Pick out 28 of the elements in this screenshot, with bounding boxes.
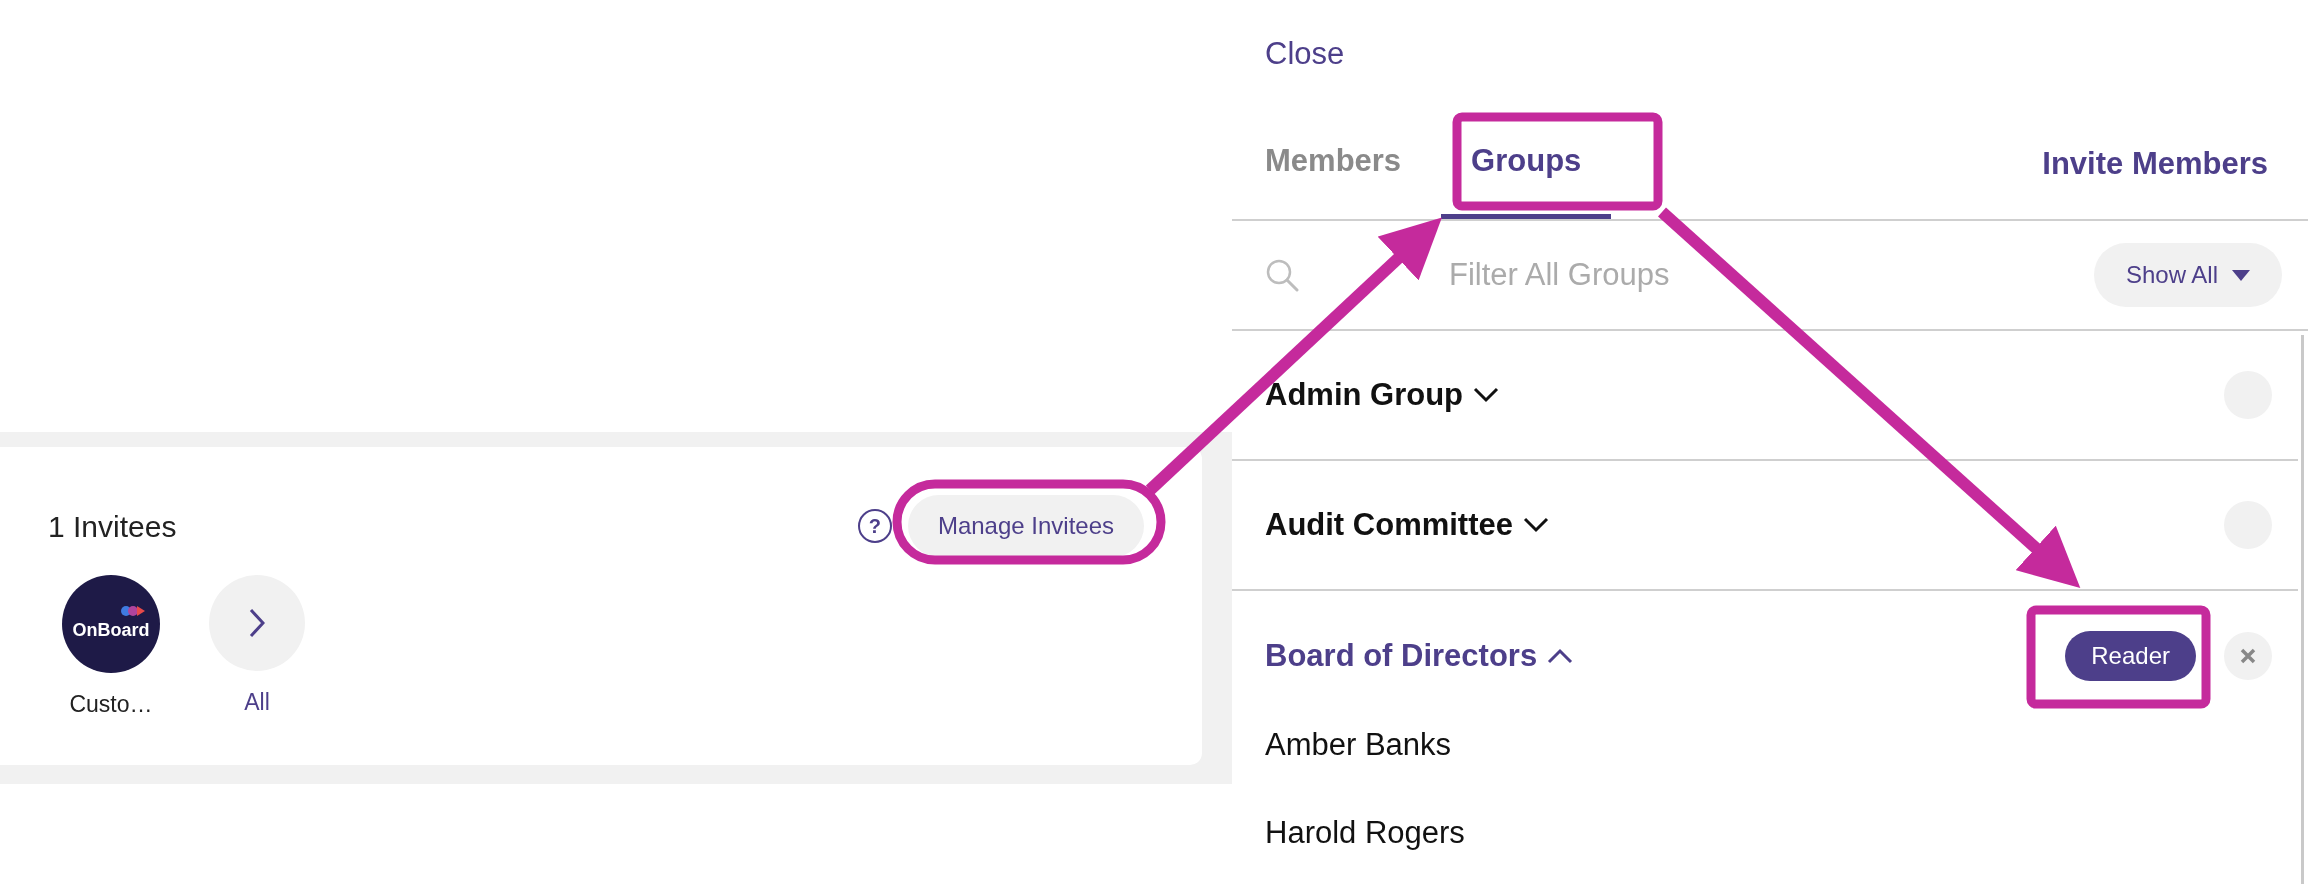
organization-avatar[interactable]: OnBoard (62, 575, 160, 673)
invitees-title: 1 Invitees (48, 508, 177, 545)
show-all-dropdown[interactable]: Show All (2093, 243, 2282, 307)
scrollbar[interactable] (2301, 335, 2304, 884)
chevron-right-icon (249, 608, 265, 638)
group-toggle[interactable]: Admin Group (1265, 371, 1500, 419)
help-icon[interactable]: ? (857, 509, 892, 543)
member-name: Harold Rogers (1264, 813, 1466, 852)
close-icon (2240, 648, 2256, 664)
chevron-down-icon (1523, 517, 1549, 533)
role-pill[interactable]: Reader (2065, 631, 2196, 681)
invite-members-link[interactable]: Invite Members (2042, 140, 2268, 219)
tab[interactable]: Groups (1441, 137, 1612, 219)
avatar-label: Custo… (69, 690, 153, 719)
group-toggle[interactable]: Audit Committee (1265, 501, 1549, 549)
all-link[interactable]: All (244, 685, 270, 720)
group-toggle[interactable]: Board of Directors (1265, 632, 1574, 680)
manage-invitees-button[interactable]: Manage Invitees (907, 495, 1144, 557)
dots-icon (120, 605, 146, 617)
member-name: Amber Banks (1264, 725, 1453, 764)
logo-text: OnBoard (72, 618, 150, 642)
search-field[interactable]: Filter All Groups (1449, 251, 1949, 299)
close-link[interactable]: Close (1265, 30, 1345, 78)
search-icon (1265, 258, 1299, 292)
chevron-up-icon (1547, 648, 1574, 664)
chevron-down-icon (1473, 387, 1500, 403)
caret-down-icon (2232, 269, 2250, 281)
remove-button[interactable] (2224, 632, 2272, 680)
